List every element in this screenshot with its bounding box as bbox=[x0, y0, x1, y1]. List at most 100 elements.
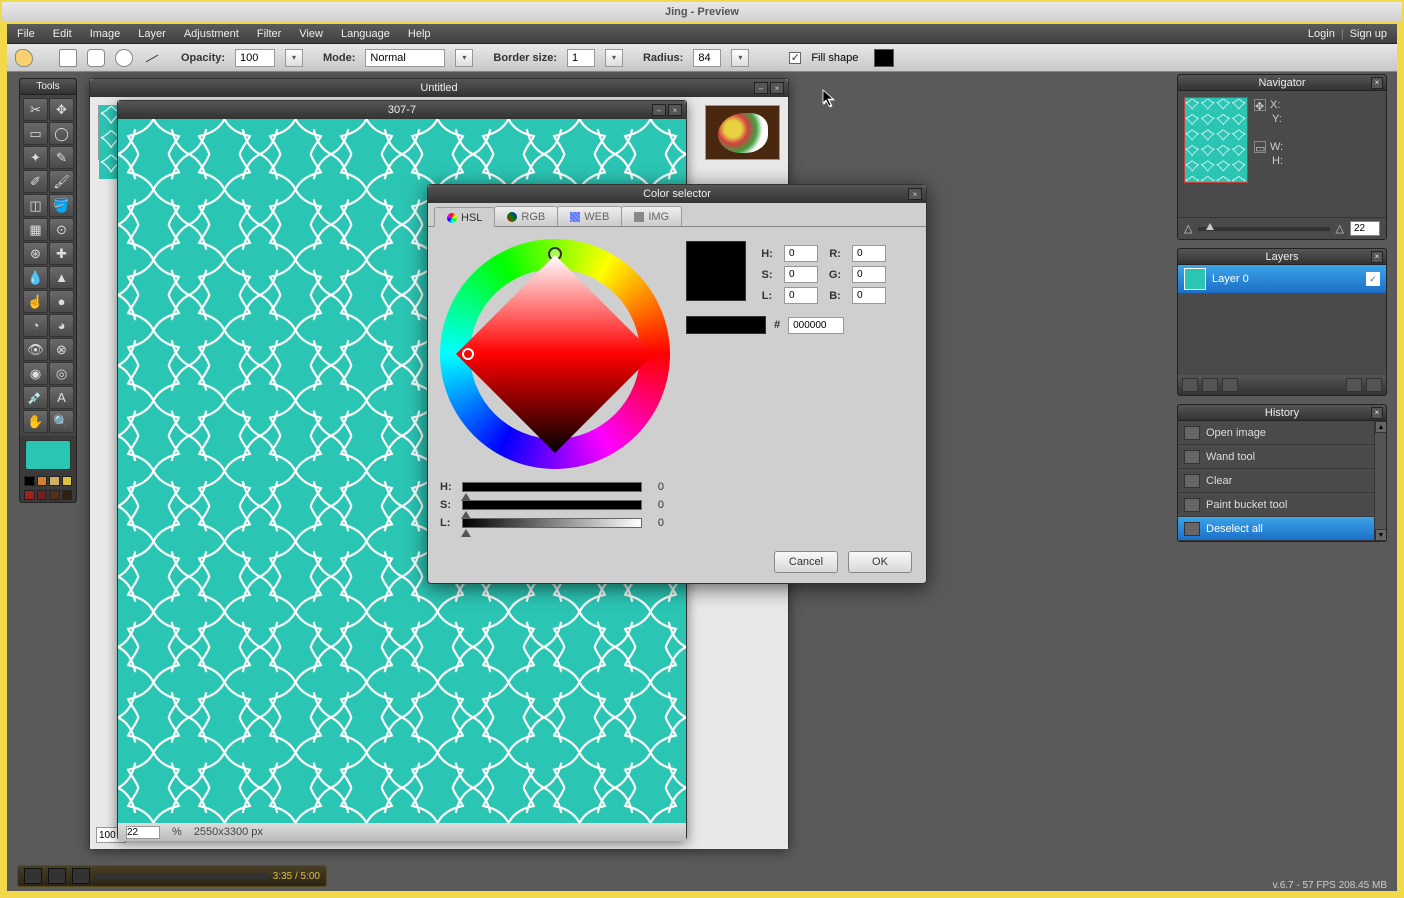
color-chip-brown-icon[interactable] bbox=[49, 490, 60, 500]
tab-img[interactable]: IMG bbox=[621, 206, 682, 226]
nav-zoom-input[interactable] bbox=[1350, 221, 1380, 236]
zoom-in-icon[interactable]: △ bbox=[1336, 222, 1344, 235]
minimize-icon[interactable]: – bbox=[652, 104, 666, 116]
hand-tool-icon[interactable]: ✋ bbox=[23, 410, 48, 433]
menu-help[interactable]: Help bbox=[408, 28, 431, 40]
shape-rect-icon[interactable] bbox=[59, 49, 77, 67]
close-icon[interactable]: × bbox=[1371, 251, 1383, 263]
radius-dropdown[interactable] bbox=[731, 49, 749, 67]
foreground-color-swatch[interactable] bbox=[25, 440, 71, 470]
smudge-tool-icon[interactable]: ☝ bbox=[23, 290, 48, 313]
tab-rgb[interactable]: RGB bbox=[494, 206, 558, 226]
g-input[interactable] bbox=[852, 266, 886, 283]
dialog-titlebar[interactable]: Color selector × bbox=[428, 185, 926, 203]
marquee-tool-icon[interactable]: ▭ bbox=[23, 122, 48, 145]
play-button-icon[interactable] bbox=[24, 868, 42, 884]
color-chip-dark-icon[interactable] bbox=[62, 490, 73, 500]
history-item[interactable]: Clear bbox=[1178, 469, 1386, 493]
color-chip-tan-icon[interactable] bbox=[49, 476, 60, 486]
shape-ellipse-icon[interactable] bbox=[115, 49, 133, 67]
duplicate-icon[interactable] bbox=[1222, 378, 1238, 392]
history-scrollbar[interactable]: ▲ ▼ bbox=[1374, 421, 1386, 541]
delete-layer-icon[interactable] bbox=[1366, 378, 1382, 392]
zoom-slider[interactable] bbox=[1198, 227, 1329, 231]
history-item[interactable]: Open image bbox=[1178, 421, 1386, 445]
menu-view[interactable]: View bbox=[299, 28, 323, 40]
border-size-input[interactable] bbox=[567, 49, 595, 67]
ok-button[interactable]: OK bbox=[848, 551, 912, 573]
scroll-up-icon[interactable]: ▲ bbox=[1375, 421, 1386, 433]
bloat-tool-icon[interactable]: ◉ bbox=[23, 362, 48, 385]
zoom-out-icon[interactable]: △ bbox=[1184, 222, 1192, 235]
new-layer-icon[interactable] bbox=[1182, 378, 1198, 392]
close-icon[interactable]: × bbox=[668, 104, 682, 116]
layer-visibility-checkbox[interactable]: ✓ bbox=[1366, 272, 1380, 286]
b-input[interactable] bbox=[852, 287, 886, 304]
spot-tool-icon[interactable]: ⊗ bbox=[49, 338, 74, 361]
close-icon[interactable]: × bbox=[908, 188, 922, 200]
menu-edit[interactable]: Edit bbox=[53, 28, 72, 40]
sharpen-tool-icon[interactable]: ▲ bbox=[49, 266, 74, 289]
border-dropdown[interactable] bbox=[605, 49, 623, 67]
shape-roundrect-icon[interactable] bbox=[87, 49, 105, 67]
menu-layer[interactable]: Layer bbox=[138, 28, 166, 40]
opacity-input[interactable] bbox=[235, 49, 275, 67]
merge-icon[interactable] bbox=[1346, 378, 1362, 392]
layer-row[interactable]: Layer 0 ✓ bbox=[1178, 265, 1386, 293]
blur-tool-icon[interactable]: 💧 bbox=[23, 266, 48, 289]
l-input[interactable] bbox=[784, 287, 818, 304]
color-chip-yellow-icon[interactable] bbox=[62, 476, 73, 486]
mode-select[interactable]: Normal bbox=[365, 49, 445, 67]
h-slider[interactable] bbox=[462, 482, 642, 492]
menu-language[interactable]: Language bbox=[341, 28, 390, 40]
mode-dropdown[interactable] bbox=[455, 49, 473, 67]
burn-tool-icon[interactable]: ◕ bbox=[49, 314, 74, 337]
close-icon[interactable]: × bbox=[1371, 407, 1383, 419]
menu-file[interactable]: File bbox=[17, 28, 35, 40]
zoom-input[interactable] bbox=[126, 826, 160, 839]
menu-filter[interactable]: Filter bbox=[257, 28, 281, 40]
history-item[interactable]: Paint bucket tool bbox=[1178, 493, 1386, 517]
radius-input[interactable] bbox=[693, 49, 721, 67]
pause-button-icon[interactable] bbox=[48, 868, 66, 884]
clone-tool-icon[interactable]: ⊙ bbox=[49, 218, 74, 241]
s-slider[interactable] bbox=[462, 500, 642, 510]
pinch-tool-icon[interactable]: ◎ bbox=[49, 362, 74, 385]
tab-hsl[interactable]: HSL bbox=[434, 207, 495, 227]
sponge-tool-icon[interactable]: ● bbox=[49, 290, 74, 313]
fill-color-swatch[interactable] bbox=[874, 49, 894, 67]
stop-button-icon[interactable] bbox=[72, 868, 90, 884]
gradient-tool-icon[interactable]: ▦ bbox=[23, 218, 48, 241]
menu-image[interactable]: Image bbox=[90, 28, 121, 40]
pen-tool-icon[interactable]: ✎ bbox=[49, 146, 74, 169]
shape-line-icon[interactable] bbox=[143, 49, 161, 67]
eraser-tool-icon[interactable]: ◫ bbox=[23, 194, 48, 217]
opacity-dropdown[interactable] bbox=[285, 49, 303, 67]
scroll-down-icon[interactable]: ▼ bbox=[1375, 529, 1386, 541]
zoom-tool-icon[interactable]: 🔍 bbox=[49, 410, 74, 433]
brush-tool-icon[interactable]: 🖌 bbox=[49, 170, 74, 193]
history-item[interactable]: Wand tool bbox=[1178, 445, 1386, 469]
eyedropper-tool-icon[interactable]: 💉 bbox=[23, 386, 48, 409]
crop-tool-icon[interactable]: ✂ bbox=[23, 98, 48, 121]
menu-adjustment[interactable]: Adjustment bbox=[184, 28, 239, 40]
fill-shape-checkbox[interactable]: ✓ bbox=[789, 52, 801, 64]
signup-link[interactable]: Sign up bbox=[1350, 28, 1387, 40]
wand-tool-icon[interactable]: ✦ bbox=[23, 146, 48, 169]
r-input[interactable] bbox=[852, 245, 886, 262]
type-tool-icon[interactable]: A bbox=[49, 386, 74, 409]
color-chip-orange-icon[interactable] bbox=[37, 476, 48, 486]
color-wheel[interactable] bbox=[440, 239, 670, 469]
history-item[interactable]: Deselect all bbox=[1178, 517, 1386, 541]
color-chip-black-icon[interactable] bbox=[24, 476, 35, 486]
player-scrubber[interactable] bbox=[96, 873, 267, 879]
minimize-icon[interactable]: – bbox=[754, 82, 768, 94]
tab-web[interactable]: WEB bbox=[557, 206, 622, 226]
s-input[interactable] bbox=[784, 266, 818, 283]
color-chip-maroon-icon[interactable] bbox=[37, 490, 48, 500]
mask-icon[interactable] bbox=[1202, 378, 1218, 392]
lasso-tool-icon[interactable]: ◯ bbox=[49, 122, 74, 145]
stamp-tool-icon[interactable]: ⊛ bbox=[23, 242, 48, 265]
hex-input[interactable] bbox=[788, 317, 844, 334]
bucket-tool-icon[interactable]: 🪣 bbox=[49, 194, 74, 217]
